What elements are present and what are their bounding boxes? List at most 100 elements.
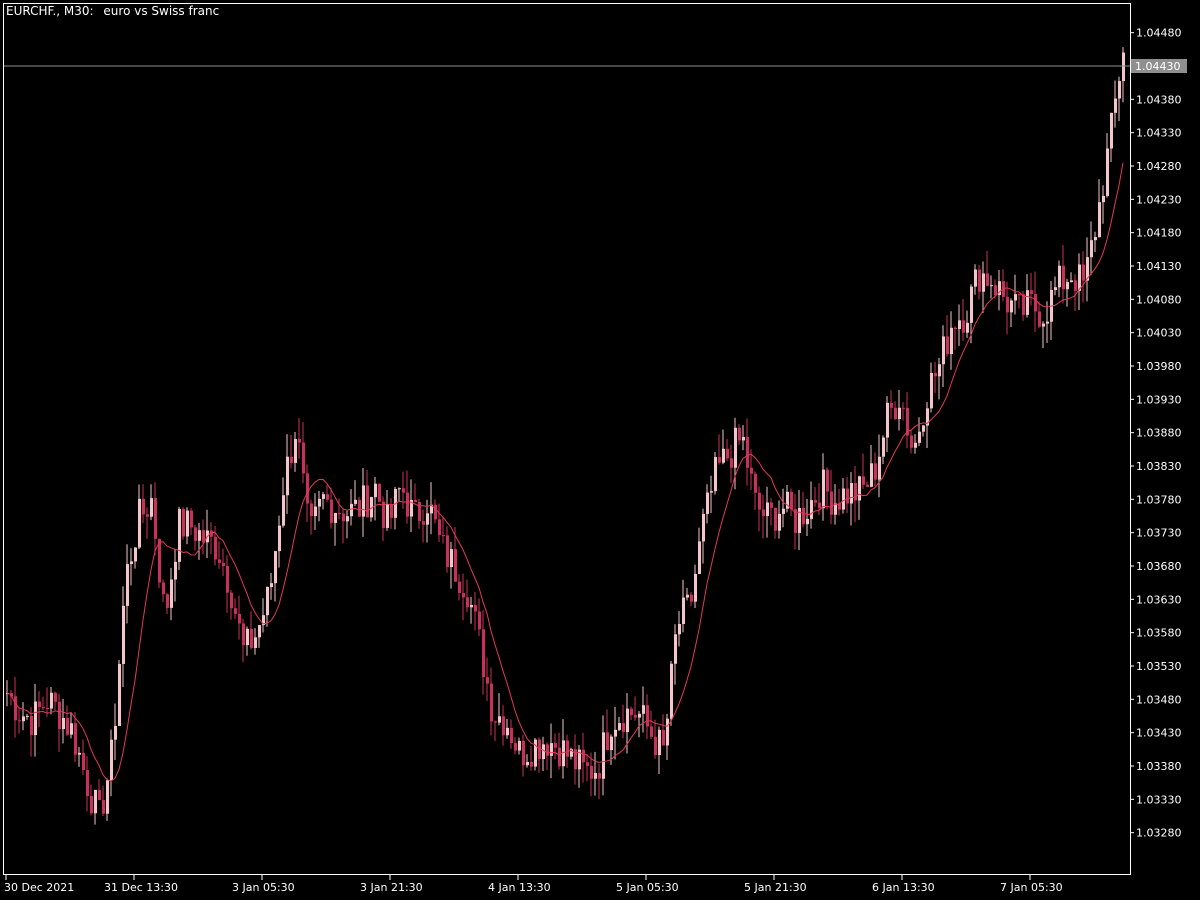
- candle-body: [314, 506, 317, 517]
- candle-body: [258, 625, 261, 638]
- candle-body: [950, 327, 953, 355]
- candle-body: [914, 442, 917, 448]
- candle-body: [858, 476, 861, 501]
- time-axis: 30 Dec 2021 31 Dec 13:30 3 Jan 05:30 3 Jan …: [4, 875, 1063, 894]
- candle-body: [70, 723, 73, 735]
- candle-body: [506, 727, 509, 736]
- candle-body: [618, 723, 621, 730]
- candle-body: [194, 527, 197, 541]
- chart-title: EURCHF., M30: euro vs Swiss franc: [6, 4, 219, 18]
- candle-body: [1046, 321, 1049, 324]
- candle-body: [1074, 280, 1077, 291]
- candle-body: [14, 696, 17, 721]
- candle-body: [50, 692, 53, 709]
- candle-body: [542, 744, 545, 760]
- x-tick-label: 31 Dec 13:30: [104, 881, 178, 894]
- candle-body: [830, 491, 833, 515]
- candle-body: [1038, 311, 1041, 327]
- y-tick-label: 1.03530: [1136, 660, 1182, 673]
- candle-body: [246, 628, 249, 646]
- candle-body: [302, 442, 305, 474]
- candle-body: [678, 624, 681, 635]
- y-tick-label: 1.03430: [1136, 727, 1182, 740]
- candle-body: [962, 320, 965, 333]
- candle-body: [610, 736, 613, 751]
- candle-body: [382, 501, 385, 528]
- candle-body: [602, 732, 605, 779]
- candle-body: [1018, 294, 1021, 296]
- candle-body: [34, 701, 37, 736]
- candle-body: [198, 530, 201, 541]
- candle-body: [450, 549, 453, 568]
- candle-body: [114, 725, 117, 740]
- candle-body: [1070, 280, 1073, 283]
- candle-body: [642, 705, 645, 714]
- y-tick-label: 1.03780: [1136, 493, 1182, 506]
- candle-body: [842, 488, 845, 510]
- candle-body: [646, 705, 649, 727]
- candle-body: [706, 492, 709, 514]
- candle-body: [982, 273, 985, 292]
- candle-body: [66, 718, 69, 735]
- price-chart[interactable]: 1.04480 1.04380 1.04330 1.04280 1.04230 1.041…: [0, 0, 1200, 900]
- candle-body: [162, 582, 165, 595]
- candle-body: [670, 663, 673, 719]
- candle-body: [186, 510, 189, 537]
- candle-body: [374, 483, 377, 498]
- candle-body: [434, 504, 437, 520]
- candle-body: [938, 364, 941, 377]
- price-axis: 1.04480 1.04380 1.04330 1.04280 1.04230 1.041…: [1130, 27, 1182, 840]
- candle-body: [606, 732, 609, 751]
- candle-body: [146, 514, 149, 517]
- candle-body: [902, 407, 905, 409]
- candle-body: [682, 597, 685, 625]
- candle-body: [638, 713, 641, 718]
- candle-body: [154, 498, 157, 539]
- candle-body: [718, 457, 721, 463]
- candle-body: [462, 593, 465, 598]
- candle-body: [150, 498, 153, 517]
- candle-body: [954, 327, 957, 330]
- candle-body: [1034, 293, 1037, 312]
- candle-body: [1042, 323, 1045, 327]
- y-tick-label: 1.03280: [1136, 827, 1182, 840]
- candle-body: [106, 780, 109, 814]
- candle-body: [730, 458, 733, 468]
- candle-body: [726, 448, 729, 459]
- candle-body: [946, 336, 949, 355]
- candle-body: [802, 507, 805, 525]
- y-tick-label: 1.03380: [1136, 760, 1182, 773]
- candle-body: [854, 483, 857, 501]
- candle-body: [270, 583, 273, 588]
- candle-body: [986, 273, 989, 286]
- candle-body: [522, 740, 525, 766]
- candle-body: [1106, 148, 1109, 196]
- y-tick-label: 1.03730: [1136, 527, 1182, 540]
- candle-body: [1102, 195, 1105, 203]
- candle-body: [94, 789, 97, 814]
- candle-body: [306, 473, 309, 504]
- candle-body: [942, 336, 945, 365]
- candle-body: [1110, 112, 1113, 149]
- candle-body: [622, 723, 625, 733]
- candle-body: [214, 536, 217, 560]
- candle-body: [142, 498, 145, 515]
- candle-body: [546, 744, 549, 756]
- candle-body: [338, 512, 341, 514]
- candle-body: [386, 504, 389, 528]
- candle-body: [266, 587, 269, 616]
- candle-body: [698, 541, 701, 574]
- y-tick-label: 1.04030: [1136, 327, 1182, 340]
- candle-body: [770, 502, 773, 508]
- candle-body: [418, 501, 421, 522]
- candle-body: [250, 628, 253, 648]
- candle-body: [758, 492, 761, 510]
- candle-body: [330, 499, 333, 523]
- candle-body: [626, 708, 629, 733]
- candle-body: [158, 538, 161, 583]
- candle-body: [366, 485, 369, 518]
- candle-body: [566, 740, 569, 757]
- symbol-description: euro vs Swiss franc: [103, 4, 219, 18]
- candle-body: [534, 739, 537, 767]
- candle-body: [818, 502, 821, 509]
